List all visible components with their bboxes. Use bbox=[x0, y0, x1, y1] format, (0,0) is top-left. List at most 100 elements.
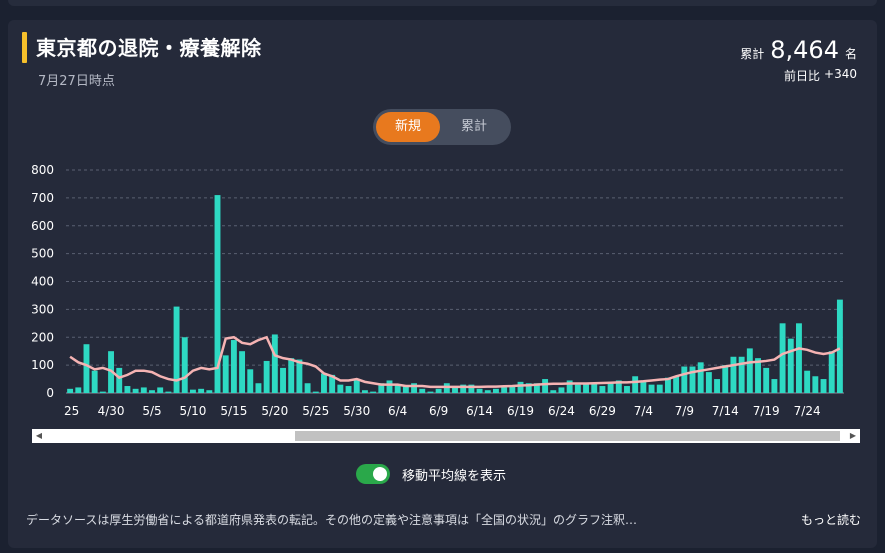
bar bbox=[435, 388, 442, 393]
bar bbox=[116, 367, 123, 393]
bar bbox=[386, 380, 393, 393]
bar bbox=[697, 362, 704, 393]
bar bbox=[542, 379, 549, 393]
y-tick-label: 300 bbox=[31, 302, 54, 316]
bar bbox=[99, 391, 106, 393]
moving-average-switch[interactable] bbox=[356, 464, 390, 484]
bar bbox=[361, 390, 368, 393]
moving-average-label: 移動平均線を表示 bbox=[402, 468, 507, 484]
bar bbox=[501, 387, 508, 393]
x-tick-label: 4/30 bbox=[98, 404, 125, 418]
bar bbox=[337, 384, 344, 393]
bar bbox=[796, 323, 802, 393]
y-tick-label: 0 bbox=[46, 386, 54, 400]
scroll-thumb[interactable] bbox=[295, 431, 840, 441]
bar bbox=[247, 369, 254, 393]
bar bbox=[321, 373, 327, 393]
bar bbox=[517, 381, 524, 393]
bar bbox=[419, 388, 426, 393]
scroll-right-icon[interactable]: ▶ bbox=[846, 429, 860, 443]
bar bbox=[91, 370, 98, 393]
bar bbox=[230, 340, 237, 393]
bar bbox=[206, 390, 213, 393]
bar bbox=[779, 323, 786, 393]
previous-card-edge bbox=[8, 0, 877, 6]
x-tick-label: 7/14 bbox=[712, 404, 739, 418]
x-tick-label: 7/4 bbox=[634, 404, 653, 418]
bar bbox=[67, 388, 74, 393]
y-tick-label: 700 bbox=[31, 191, 54, 205]
x-tick-label: 7/19 bbox=[753, 404, 780, 418]
chart-scrollbar[interactable]: ◀ ▶ bbox=[32, 429, 860, 443]
bar bbox=[75, 387, 82, 393]
bar bbox=[714, 379, 721, 393]
y-tick-label: 200 bbox=[31, 330, 54, 344]
bar bbox=[263, 360, 270, 393]
y-axis-ticks: 0 100 200 300 400 500 600 700 800 bbox=[31, 163, 54, 400]
x-tick-label: 7/24 bbox=[794, 404, 821, 418]
bar bbox=[427, 391, 434, 393]
bar bbox=[288, 358, 295, 393]
bar bbox=[345, 386, 352, 393]
bar bbox=[157, 387, 164, 393]
bar bbox=[771, 379, 778, 393]
x-tick-label: 6/19 bbox=[507, 404, 534, 418]
x-tick-label: 6/9 bbox=[429, 404, 448, 418]
discharged-card: 東京都の退院・療養解除 7月27日時点 累計 8,464 名 前日比 +340 … bbox=[8, 20, 877, 548]
bar bbox=[222, 355, 229, 393]
bar bbox=[763, 367, 770, 393]
bar bbox=[370, 391, 377, 393]
read-more-link[interactable]: もっと読む bbox=[801, 511, 861, 528]
x-tick-label: 6/4 bbox=[388, 404, 407, 418]
x-tick-label: 6/24 bbox=[548, 404, 575, 418]
bar bbox=[484, 390, 491, 393]
bar bbox=[591, 383, 598, 393]
bar bbox=[673, 376, 680, 393]
bar bbox=[755, 358, 761, 393]
x-tick-label: 5/30 bbox=[343, 404, 370, 418]
bar bbox=[746, 348, 753, 393]
bar bbox=[280, 367, 286, 393]
bar bbox=[722, 365, 729, 394]
discharge-chart: 0 100 200 300 400 500 600 700 800 25 4/30 5/5 5/10 5… bbox=[31, 163, 844, 418]
bar bbox=[189, 389, 196, 393]
bar bbox=[730, 356, 737, 393]
bar bbox=[599, 386, 606, 393]
bar bbox=[140, 387, 147, 393]
bar bbox=[353, 379, 360, 393]
bar bbox=[681, 366, 688, 393]
bar bbox=[804, 370, 811, 393]
bar bbox=[239, 351, 246, 393]
bar bbox=[787, 338, 794, 393]
bar bbox=[181, 337, 188, 393]
bar bbox=[550, 390, 557, 393]
bar bbox=[632, 376, 639, 393]
x-axis-ticks: 25 4/30 5/5 5/10 5/15 5/20 5/25 5/30 6/4 6/9 6/14 6… bbox=[64, 404, 821, 418]
scroll-left-icon[interactable]: ◀ bbox=[32, 429, 46, 443]
y-tick-label: 500 bbox=[31, 247, 54, 261]
switch-knob bbox=[373, 467, 387, 481]
bar bbox=[820, 379, 827, 393]
y-tick-label: 600 bbox=[31, 219, 54, 233]
x-tick-label: 6/14 bbox=[466, 404, 493, 418]
bar bbox=[574, 384, 581, 393]
bar bbox=[705, 372, 712, 393]
bar bbox=[656, 384, 663, 393]
bar bbox=[296, 359, 303, 393]
bar bbox=[648, 384, 655, 393]
x-tick-label: 25 bbox=[64, 404, 79, 418]
bar bbox=[132, 388, 139, 393]
y-tick-label: 400 bbox=[31, 275, 54, 289]
bar bbox=[836, 299, 843, 393]
bar bbox=[828, 351, 835, 393]
bar bbox=[124, 386, 131, 393]
bar bbox=[476, 388, 483, 393]
bar-series bbox=[67, 195, 843, 394]
bar bbox=[493, 388, 499, 393]
x-tick-label: 5/25 bbox=[302, 404, 329, 418]
bar bbox=[304, 383, 311, 393]
bar bbox=[271, 334, 278, 393]
bar bbox=[83, 344, 90, 393]
x-tick-label: 6/29 bbox=[589, 404, 616, 418]
moving-average-toggle[interactable]: 移動平均線を表示 bbox=[356, 464, 506, 484]
